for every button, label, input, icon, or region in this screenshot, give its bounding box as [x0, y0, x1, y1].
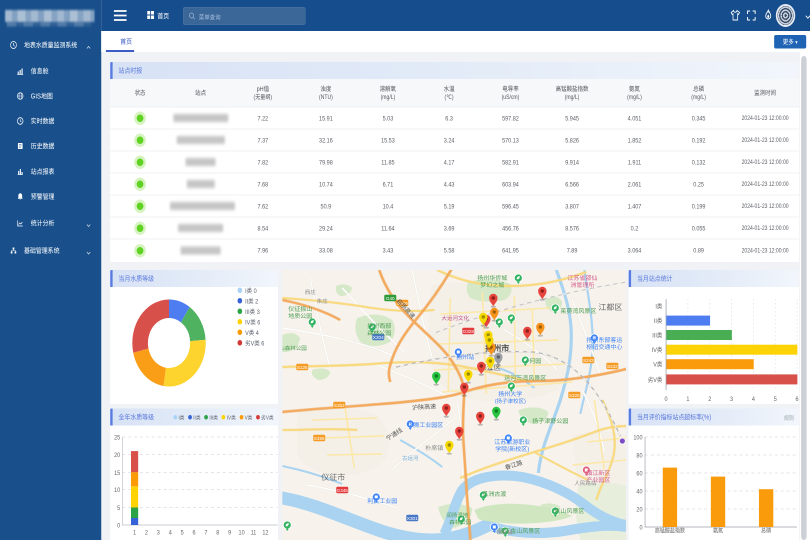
svg-text:2: 2 [708, 397, 712, 403]
svg-text:20: 20 [114, 453, 121, 459]
svg-text:江苏省邵仙: 江苏省邵仙 [567, 274, 597, 282]
svg-text:扬州西部: 扬州西部 [367, 322, 391, 330]
svg-text:华腾工业园区: 华腾工业园区 [407, 421, 443, 429]
svg-text:7: 7 [204, 530, 208, 536]
svg-text:仪征捺山: 仪征捺山 [288, 305, 312, 313]
svg-text:氨氮: 氨氮 [713, 527, 724, 535]
svg-text:高锰酸盐指数: 高锰酸盐指数 [655, 527, 686, 535]
svg-text:学院(新校区): 学院(新校区) [495, 445, 529, 453]
svg-text:12: 12 [262, 530, 269, 536]
svg-text:40: 40 [636, 489, 643, 495]
svg-text:15: 15 [114, 471, 121, 477]
svg-text:0: 0 [639, 525, 643, 531]
svg-text:G345: G345 [336, 488, 348, 493]
svg-text:0: 0 [117, 523, 121, 529]
svg-text:11: 11 [251, 530, 257, 536]
svg-text:25: 25 [114, 435, 121, 441]
svg-text:II类: II类 [654, 317, 663, 326]
svg-text:古运河: 古运河 [402, 455, 419, 462]
svg-text:6: 6 [192, 530, 196, 536]
svg-text:劣V类: 劣V类 [648, 375, 663, 384]
svg-text:5: 5 [181, 530, 185, 536]
svg-text:何园: 何园 [529, 357, 541, 365]
svg-text:世业镇: 世业镇 [496, 529, 513, 536]
svg-text:镇山森林公园: 镇山森林公园 [282, 345, 307, 352]
svg-text:扬州大学: 扬州大学 [498, 390, 522, 398]
svg-text:G328: G328 [463, 329, 475, 334]
svg-text:扬州华侨城: 扬州华侨城 [477, 274, 507, 282]
svg-text:森林公园: 森林公园 [449, 519, 472, 526]
svg-text:III类: III类 [652, 331, 662, 340]
svg-text:洲管理所: 洲管理所 [570, 281, 594, 289]
svg-text:西庄: 西庄 [305, 289, 317, 296]
svg-text:100: 100 [633, 435, 643, 441]
svg-text:1: 1 [686, 397, 690, 403]
svg-text:0: 0 [665, 397, 669, 403]
svg-text:朴席镇: 朴席镇 [425, 444, 443, 452]
svg-text:人民路站: 人民路站 [574, 480, 597, 487]
svg-text:S356: S356 [314, 436, 325, 441]
svg-text:3: 3 [157, 530, 161, 536]
svg-text:60: 60 [636, 471, 643, 477]
svg-text:江都区: 江都区 [598, 303, 622, 312]
svg-text:(扬子津校区): (扬子津校区) [495, 398, 526, 405]
svg-text:10: 10 [114, 488, 121, 494]
svg-text:X301: X301 [407, 516, 418, 521]
svg-text:梦幻之城: 梦幻之城 [480, 281, 504, 289]
svg-text:扬子津野公园: 扬子津野公园 [532, 417, 568, 425]
svg-text:6: 6 [796, 397, 800, 403]
svg-text:朱庄: 朱庄 [317, 298, 329, 305]
svg-text:仪征市: 仪征市 [321, 473, 345, 482]
svg-text:利民工业园: 利民工业园 [367, 498, 397, 505]
svg-text:80: 80 [636, 453, 643, 459]
svg-text:4: 4 [752, 397, 756, 403]
svg-text:S332: S332 [607, 364, 618, 369]
svg-text:焦山风景区: 焦山风景区 [554, 507, 584, 515]
svg-text:森林公园: 森林公园 [367, 329, 391, 337]
svg-text:S243: S243 [583, 358, 594, 363]
svg-text:总磷: 总磷 [761, 527, 772, 535]
svg-text:G40: G40 [386, 296, 395, 301]
svg-text:扬州站: 扬州站 [456, 353, 474, 361]
svg-text:20: 20 [636, 507, 643, 513]
svg-text:江苏旅游职业: 江苏旅游职业 [494, 438, 530, 446]
svg-text:5: 5 [117, 506, 121, 512]
svg-text:10: 10 [239, 530, 246, 536]
svg-text:4: 4 [169, 530, 173, 536]
svg-text:5: 5 [774, 397, 778, 403]
svg-text:瓜洲古渡: 瓜洲古渡 [482, 490, 506, 498]
svg-text:地质公园: 地质公园 [288, 312, 312, 320]
svg-text:镇江新区: 镇江新区 [586, 469, 610, 477]
svg-text:运河三湾风景区: 运河三湾风景区 [504, 374, 546, 382]
svg-text:3: 3 [730, 397, 734, 403]
svg-text:润扬湿地: 润扬湿地 [446, 512, 469, 519]
svg-text:9: 9 [228, 530, 232, 536]
svg-text:大运河文化: 大运河文化 [441, 315, 469, 322]
svg-text:V类: V类 [653, 360, 662, 369]
svg-text:IV类: IV类 [652, 346, 663, 355]
svg-text:枢纽交通中心: 枢纽交通中心 [586, 343, 622, 351]
svg-text:扬州东部客运: 扬州东部客运 [586, 336, 622, 344]
svg-text:S125: S125 [297, 365, 308, 370]
svg-text:S326: S326 [569, 393, 580, 398]
svg-text:8: 8 [216, 530, 220, 536]
svg-text:S353: S353 [334, 403, 345, 408]
svg-text:I类: I类 [655, 302, 662, 311]
svg-text:2: 2 [145, 530, 149, 536]
svg-text:茱萸湾风景区: 茱萸湾风景区 [560, 307, 596, 315]
svg-text:1: 1 [133, 530, 137, 536]
